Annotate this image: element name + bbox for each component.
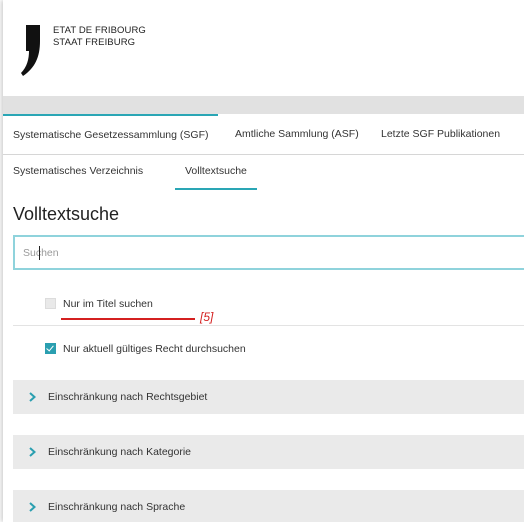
logo-text: ETAT DE FRIBOURG STAAT FREIBURG — [53, 25, 146, 49]
subtab-systematic-index[interactable]: Systematisches Verzeichnis — [13, 154, 143, 188]
search-box — [13, 235, 524, 270]
tab-sgf[interactable]: Systematische Gesetzessammlung (SGF) — [3, 114, 219, 154]
tab-asf[interactable]: Amtliche Sammlung (ASF) — [235, 114, 359, 154]
tab-latest-publications[interactable]: Letzte SGF Publikationen — [381, 114, 500, 154]
main-tabs: Systematische Gesetzessammlung (SGF) Amt… — [3, 114, 524, 155]
title-only-checkbox[interactable] — [45, 298, 56, 309]
header-band — [3, 96, 524, 114]
accordion-language-label: Einschränkung nach Sprache — [48, 501, 186, 513]
accordion-category-label: Einschränkung nach Kategorie — [48, 446, 192, 458]
current-law-label[interactable]: Nur aktuell gültiges Recht durchsuchen — [63, 341, 246, 357]
chevron-right-icon — [29, 447, 36, 457]
annotation-underline — [61, 318, 195, 320]
accordion-category[interactable]: Einschränkung nach Kategorie — [13, 435, 524, 469]
title-only-label[interactable]: Nur im Titel suchen — [63, 296, 153, 312]
accordion-legal-area-label: Einschränkung nach Rechtsgebiet — [48, 391, 208, 403]
options-divider — [13, 325, 524, 326]
accordion-language[interactable]: Einschränkung nach Sprache — [13, 490, 524, 522]
site-header: ETAT DE FRIBOURG STAAT FREIBURG — [3, 0, 524, 96]
comma-logo-icon — [21, 25, 40, 76]
accordion-legal-area[interactable]: Einschränkung nach Rechtsgebiet — [13, 380, 524, 414]
chevron-right-icon — [29, 502, 36, 512]
text-caret — [39, 246, 40, 260]
subtab-fulltext-search[interactable]: Volltextsuche — [175, 154, 257, 190]
page-title: Volltextsuche — [13, 204, 120, 224]
chevron-right-icon — [29, 392, 36, 402]
annotation-label: [5] — [200, 310, 214, 324]
logo-line-2: STAAT FREIBURG — [53, 37, 136, 48]
search-input[interactable] — [15, 237, 511, 268]
current-law-checkbox[interactable] — [45, 343, 56, 354]
sub-tabs: Systematisches Verzeichnis Volltextsuche — [3, 154, 524, 190]
page-frame: ETAT DE FRIBOURG STAAT FREIBURG Systemat… — [3, 0, 524, 522]
logo-line-1: ETAT DE FRIBOURG — [53, 25, 146, 36]
